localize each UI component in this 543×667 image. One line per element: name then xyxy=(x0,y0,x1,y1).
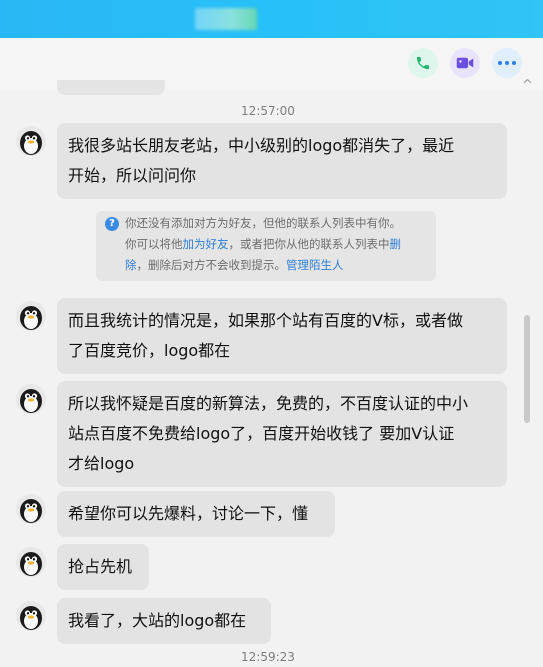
avatar[interactable] xyxy=(16,494,46,524)
notice-line: 除，删除后对方不会收到提示。管理陌生人 xyxy=(125,255,428,276)
stranger-notice: ? 你还没有添加对方为好友，但他的联系人列表中有你。 你可以将他加为好友，或者把… xyxy=(96,211,436,281)
notice-line: 你可以将他加为好友，或者把你从他的联系人列表中删 xyxy=(125,234,428,255)
delete-link[interactable]: 除 xyxy=(125,258,137,272)
message-bubble[interactable]: 而且我统计的情况是，如果那个站有百度的V标，或者做 了百度竞价，logo都在 xyxy=(57,298,507,374)
penguin-avatar-icon xyxy=(20,499,42,523)
message-bubble[interactable]: 我看了，大站的logo都在 xyxy=(57,598,271,644)
phone-icon xyxy=(417,57,429,69)
manage-strangers-link[interactable]: 管理陌生人 xyxy=(286,258,344,272)
title-bar xyxy=(0,0,543,38)
message-line: 抢占先机 xyxy=(68,557,133,576)
avatar[interactable] xyxy=(16,601,46,631)
penguin-avatar-icon xyxy=(20,389,42,413)
window-title xyxy=(0,0,1,1)
penguin-avatar-icon xyxy=(20,606,42,630)
delete-link[interactable]: 删 xyxy=(390,237,402,251)
message-line: 而且我统计的情况是，如果那个站有百度的V标，或者做 xyxy=(68,311,463,330)
notice-text: ，或者把你从他的联系人列表中 xyxy=(228,237,390,251)
avatar[interactable] xyxy=(16,547,46,577)
video-call-button[interactable] xyxy=(450,48,480,78)
timestamp: 12:59:23 xyxy=(241,650,295,664)
contact-name-blurred xyxy=(195,8,257,30)
dot xyxy=(505,61,509,65)
message-bubble[interactable]: 所以我怀疑是百度的新算法，免费的，不百度认证的中小 站点百度不免费给logo了，… xyxy=(57,381,507,487)
message-line: 所以我怀疑是百度的新算法，免费的，不百度认证的中小 xyxy=(68,394,469,413)
avatar[interactable] xyxy=(16,126,46,156)
message-bubble[interactable]: 我很多站长朋友老站，中小级别的logo都消失了，最近 开始，所以问问你 xyxy=(57,123,507,199)
more-options-button[interactable] xyxy=(492,48,522,78)
message-bubble[interactable]: 希望你可以先爆料，讨论一下，懂 xyxy=(57,491,335,537)
scrollbar-thumb[interactable] xyxy=(524,315,530,423)
avatar[interactable] xyxy=(16,384,46,414)
message-line: 希望你可以先爆料，讨论一下，懂 xyxy=(68,504,309,523)
more-dots-icon xyxy=(498,61,502,65)
timestamp: 12:57:00 xyxy=(241,104,295,118)
video-camera-icon xyxy=(456,57,474,69)
collapse-icon[interactable]: ^ xyxy=(522,79,533,92)
penguin-avatar-icon xyxy=(20,306,42,330)
avatar[interactable] xyxy=(16,301,46,331)
message-line: 我很多站长朋友老站，中小级别的logo都消失了，最近 xyxy=(68,136,455,155)
message-line: 了百度竞价，logo都在 xyxy=(68,341,231,360)
notice-text: 你可以将他 xyxy=(125,237,183,251)
message-line: 我看了，大站的logo都在 xyxy=(68,611,247,630)
notice-line: 你还没有添加对方为好友，但他的联系人列表中有你。 xyxy=(125,216,401,230)
penguin-avatar-icon xyxy=(20,552,42,576)
previous-message-bubble xyxy=(57,80,165,95)
message-bubble[interactable]: 抢占先机 xyxy=(57,544,149,590)
message-line: 开始，所以问问你 xyxy=(68,166,197,185)
dot xyxy=(512,61,516,65)
info-icon: ? xyxy=(105,217,119,231)
penguin-avatar-icon xyxy=(20,131,42,155)
message-line: 站点百度不免费给logo了，百度开始收钱了 要加V认证 xyxy=(68,424,455,443)
notice-text: ，删除后对方不会收到提示。 xyxy=(136,258,287,272)
add-friend-link[interactable]: 加为好友 xyxy=(183,237,229,251)
voice-call-button[interactable] xyxy=(408,48,438,78)
message-line: 才给logo xyxy=(68,454,135,473)
